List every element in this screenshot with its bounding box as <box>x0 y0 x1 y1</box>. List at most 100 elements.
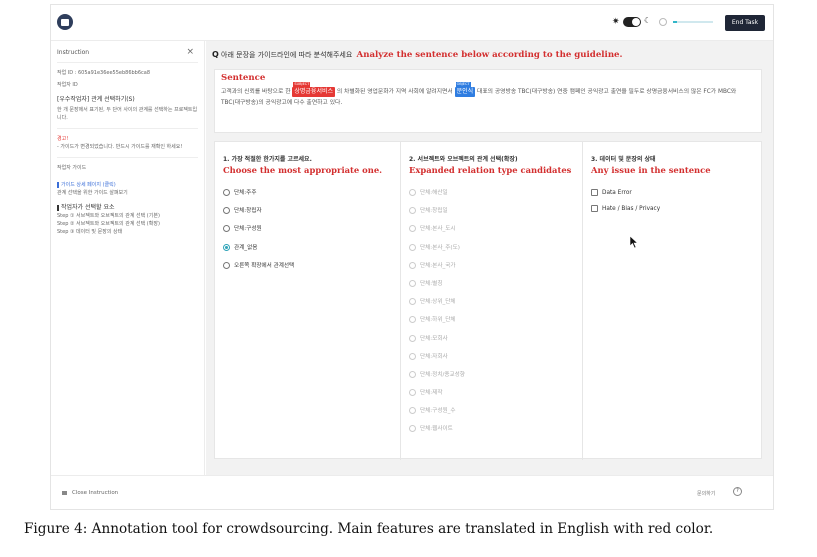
radio-button[interactable] <box>409 261 416 269</box>
radio-button[interactable] <box>409 298 416 306</box>
warning-text: - 가이드가 변경되었습니다. 반드시 가이드를 재확인 하세요! <box>57 144 183 150</box>
radio-button[interactable] <box>409 425 416 433</box>
issue-column: 3. 데이터 및 문장의 상태 Any issue in the sentenc… <box>583 142 763 460</box>
radio-button[interactable] <box>409 407 416 415</box>
radio-label: 단체:구성원_수 <box>420 408 456 415</box>
radio-label: 단체:주주 <box>234 190 257 196</box>
guide-link-description: 관계 선택을 위한 가이드 살펴보기 <box>57 190 128 196</box>
subject-tag-label: SUBJECT <box>293 82 311 87</box>
radio-option[interactable]: 단체:모회사 <box>409 334 574 353</box>
radio-button[interactable] <box>223 207 230 215</box>
radio-option[interactable]: 단체:해산일 <box>409 189 574 207</box>
radio-button[interactable] <box>409 389 416 397</box>
annotation-app: ✷ ☾ End Task Instruction × 작업 ID : 605a9… <box>50 4 774 510</box>
object-tag-label: OBJECT <box>455 82 471 87</box>
radio-option[interactable]: 단체:별칭 <box>409 279 574 298</box>
instruction-sidebar: Instruction × 작업 ID : 605a91e36ee55eb86b… <box>51 41 205 475</box>
col1-title-en: Choose the most appropriate one. <box>223 165 383 175</box>
radio-label: 오른쪽 확장에서 관계선택 <box>234 262 295 269</box>
checkbox-option[interactable]: Hate / Bias / Privacy <box>591 205 755 221</box>
radio-option[interactable]: 오른쪽 확장에서 관계선택 <box>223 261 392 280</box>
worker-id: 작업자 ID <box>57 82 78 88</box>
sidebar-header: Instruction × <box>57 47 198 63</box>
close-icon[interactable]: × <box>186 47 194 57</box>
radio-button[interactable] <box>409 316 416 324</box>
radio-label: 단체:창립일 <box>420 208 448 215</box>
radio-option[interactable]: 단체:정치/종교성향 <box>409 370 574 389</box>
radio-label: 단체:창립자 <box>234 208 262 215</box>
checkbox-option[interactable]: Data Error <box>591 189 755 205</box>
progress-bar <box>673 21 713 23</box>
expanded-relation-column: 2. 서브젝트와 오브젝트의 관계 선택(확장) Expanded relati… <box>401 142 583 460</box>
object-tag: OBJECT 문인식 <box>454 82 476 97</box>
subject-entity: 상명금융서비스 <box>294 88 334 95</box>
radio-label: 단체:웹사이트 <box>420 426 453 433</box>
question-ko: 아래 문장을 가이드라인에 따라 분석해주세요 <box>221 51 353 59</box>
end-task-button[interactable]: End Task <box>725 15 765 31</box>
radio-button[interactable] <box>223 225 230 233</box>
radio-option[interactable]: 단체:제작 <box>409 389 574 407</box>
progress-indicator-icon <box>659 18 667 26</box>
radio-button[interactable] <box>409 243 416 251</box>
radio-label: 단체:모회사 <box>420 335 448 342</box>
radio-button[interactable] <box>223 243 230 251</box>
col3-title-en: Any issue in the sentence <box>591 165 711 175</box>
col1-title-ko: 1. 가장 적절한 한가지를 고르세요. <box>223 156 312 163</box>
radio-label: 관계_없음 <box>234 244 258 251</box>
radio-option[interactable]: 단체:창립일 <box>409 207 574 225</box>
radio-option[interactable]: 단체:창립자 <box>223 207 392 225</box>
radio-option[interactable]: 단체:본사_국가 <box>409 261 574 280</box>
radio-option[interactable]: 단체:자회사 <box>409 352 574 371</box>
task-description: 한 개 문장에서 표기된, 두 단어 사이의 관계를 선택하는 프로젝트입니다. <box>57 107 198 121</box>
checkbox-label: Hate / Bias / Privacy <box>602 206 661 212</box>
guide-title: 작업자 가이드 <box>57 165 87 171</box>
moon-icon: ☾ <box>644 16 652 25</box>
warning-title: 경고! <box>57 136 69 142</box>
radio-label: 단체:본사_국가 <box>420 262 456 269</box>
col2-title-en: Expanded relation type candidates <box>409 165 572 175</box>
radio-label: 단체:제작 <box>420 390 443 397</box>
help-label[interactable]: 문의하기 <box>697 490 715 497</box>
radio-option[interactable]: 단체:본사_도시 <box>409 225 574 243</box>
radio-label: 단체:해산일 <box>420 190 448 196</box>
guide-detail-link[interactable]: 가이드 상세 페이지 (클릭) <box>57 181 198 189</box>
close-instruction-button[interactable]: Close Instruction <box>62 490 118 496</box>
radio-option[interactable]: 단체:하위_단체 <box>409 316 574 334</box>
checkbox[interactable] <box>591 189 598 196</box>
radio-label: 단체:상위_단체 <box>420 299 456 306</box>
checkbox[interactable] <box>591 205 598 212</box>
radio-option[interactable]: 관계_없음 <box>223 243 392 262</box>
radio-button[interactable] <box>409 334 416 342</box>
annotation-columns: 1. 가장 적절한 한가지를 고르세요. Choose the most app… <box>214 141 763 460</box>
step-item: Step ① 서브젝트와 오브젝트의 관계 선택 (기본) <box>57 213 160 219</box>
question-prefix: Q <box>212 50 219 59</box>
bottom-bar: Close Instruction 문의하기 ? <box>51 475 773 509</box>
col3-title-ko: 3. 데이터 및 문장의 상태 <box>591 156 656 163</box>
radio-button[interactable] <box>409 207 416 215</box>
sidebar-title: Instruction <box>57 49 90 56</box>
theme-toggle[interactable] <box>623 17 641 27</box>
radio-option[interactable]: 단체:웹사이트 <box>409 425 574 443</box>
radio-option[interactable]: 단체:주주 <box>223 189 392 207</box>
radio-option[interactable]: 단체:구성원_수 <box>409 407 574 425</box>
radio-button[interactable] <box>409 189 416 196</box>
step-item: Step ② 서브젝트와 오브젝트의 관계 선택 (확장) <box>57 221 160 227</box>
help-icon[interactable]: ? <box>733 487 742 496</box>
radio-button[interactable] <box>409 225 416 233</box>
radio-button[interactable] <box>223 261 230 269</box>
question-line: Q 아래 문장을 가이드라인에 따라 분석해주세요 Analyze the se… <box>212 50 623 60</box>
radio-label: 단체:하위_단체 <box>420 317 456 324</box>
radio-option[interactable]: 단체:구성원 <box>223 225 392 243</box>
radio-button[interactable] <box>409 352 416 360</box>
step-item: Step ③ 데이터 및 문장의 상태 <box>57 229 123 235</box>
radio-button[interactable] <box>409 279 416 287</box>
radio-option[interactable]: 단체:상위_단체 <box>409 298 574 316</box>
sentence-card: Sentence 고객과의 신뢰를 바탕으로 한 SUBJECT 상명금융서비스 … <box>214 69 762 133</box>
radio-label: 단체:본사_주(도) <box>420 244 460 251</box>
radio-label: 단체:자회사 <box>420 353 448 360</box>
app-logo-icon <box>57 14 73 30</box>
radio-button[interactable] <box>409 370 416 378</box>
radio-label: 단체:본사_도시 <box>420 226 456 233</box>
radio-option[interactable]: 단체:본사_주(도) <box>409 243 574 262</box>
radio-button[interactable] <box>223 189 230 196</box>
